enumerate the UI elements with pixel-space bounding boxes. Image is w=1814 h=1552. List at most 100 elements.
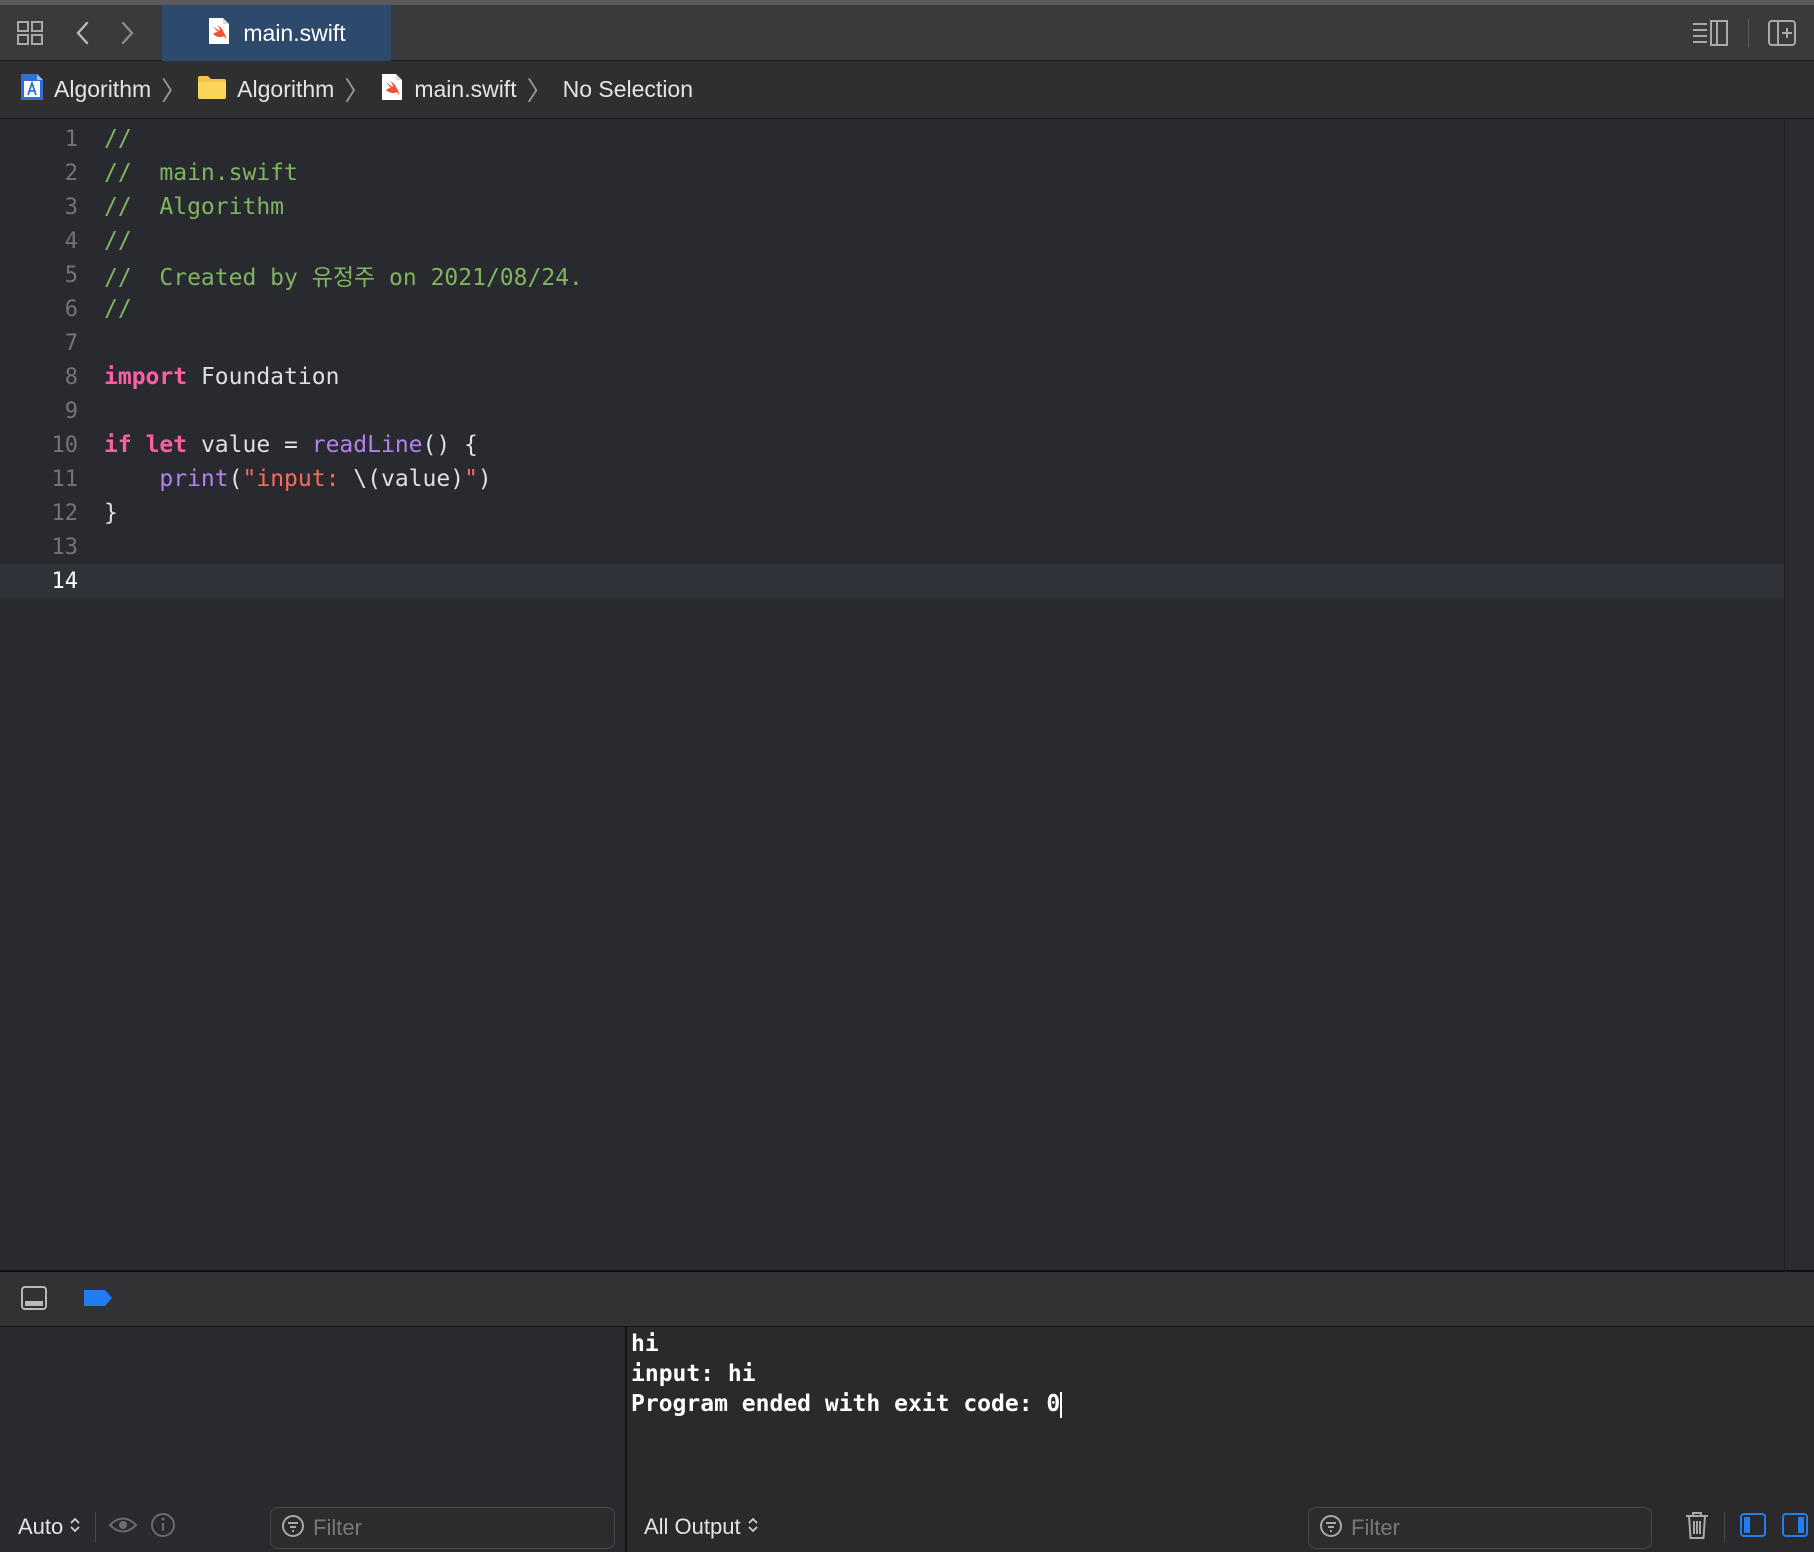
breadcrumb-separator: 〉	[526, 76, 553, 106]
source-editor[interactable]: 1 // 2 // main.swift 3 // Algorithm 4 //…	[0, 120, 1784, 1270]
console-line-last: Program ended with exit code: 0	[631, 1389, 1063, 1419]
line-number: 7	[64, 330, 78, 356]
code-line[interactable]: 2 // main.swift	[0, 156, 1784, 190]
line-number: 13	[51, 534, 79, 560]
breadcrumb-separator: 〉	[161, 76, 188, 106]
keyword: if	[104, 432, 132, 458]
folder-icon	[197, 74, 227, 106]
punctuation: (	[228, 466, 243, 492]
breadcrumb-group[interactable]: Algorithm	[197, 74, 334, 106]
chevron-right-icon[interactable]	[114, 5, 140, 61]
code-text: // Algorithm	[104, 194, 285, 220]
code-line[interactable]: 5 // Created by 유정주 on 2021/08/24.	[0, 258, 1784, 292]
console-filter	[1308, 1507, 1652, 1549]
output-popup[interactable]: All Output	[644, 1514, 759, 1540]
identifier: Foundation	[187, 364, 340, 390]
code-text: }	[104, 500, 118, 526]
line-number: 1	[64, 126, 78, 152]
line-number: 6	[64, 296, 78, 322]
chevron-updown-icon	[69, 1514, 81, 1540]
breadcrumb-group-label: Algorithm	[237, 76, 335, 102]
code-line[interactable]: 9	[0, 394, 1784, 428]
code-line[interactable]: 7	[0, 326, 1784, 360]
code-line[interactable]: 11 print("input: \(value)")	[0, 462, 1784, 496]
filter-icon	[281, 1514, 305, 1543]
line-number: 10	[51, 432, 79, 458]
code-line[interactable]: 3 // Algorithm	[0, 190, 1784, 224]
eye-icon[interactable]	[108, 1514, 138, 1541]
swift-file-icon	[380, 73, 404, 107]
keyword: import	[104, 364, 188, 390]
show-console-view-icon[interactable]	[1781, 1512, 1809, 1543]
line-number: 2	[64, 160, 78, 186]
debug-bar	[0, 1270, 1814, 1327]
console-output[interactable]: hi input: hi Program ended with exit code:…	[631, 1329, 1063, 1419]
toolbar-divider	[1724, 1512, 1725, 1542]
info-icon[interactable]	[150, 1512, 176, 1543]
punctuation: () {	[422, 432, 478, 458]
code-text: // Created by 유정주 on 2021/08/24.	[104, 265, 583, 291]
tab-main-swift[interactable]: main.swift	[162, 5, 391, 61]
code-text: //	[104, 126, 132, 152]
scope-popup[interactable]: Auto	[18, 1514, 81, 1540]
code-line[interactable]: 4 //	[0, 224, 1784, 258]
code-text: //	[104, 228, 132, 254]
code-text: import Foundation	[104, 364, 339, 390]
function-name: print	[159, 466, 229, 492]
chevron-left-icon[interactable]	[70, 5, 96, 61]
filter-icon	[1319, 1514, 1343, 1543]
breadcrumb-file-label: main.swift	[414, 76, 517, 102]
console-filter-input[interactable]	[1351, 1515, 1571, 1541]
variables-filter-input[interactable]	[313, 1515, 533, 1541]
code-text: //	[104, 296, 132, 322]
breakpoint-icon[interactable]	[82, 1288, 114, 1313]
code-line[interactable]: 13	[0, 530, 1784, 564]
current-line[interactable]: 14	[0, 564, 1784, 598]
hide-debug-area-icon[interactable]	[20, 1284, 48, 1317]
code-line[interactable]: 12 }	[0, 496, 1784, 530]
breadcrumb-file[interactable]: main.swift	[380, 73, 517, 107]
add-editor-icon[interactable]	[1764, 5, 1800, 61]
scope-popup-label: Auto	[18, 1514, 64, 1539]
inspector-icon[interactable]	[1690, 5, 1730, 61]
swift-file-icon	[207, 17, 231, 50]
output-popup-label: All Output	[644, 1514, 741, 1539]
function-name: readLine	[311, 432, 423, 458]
punctuation: )	[477, 466, 492, 492]
code-line[interactable]: 6 //	[0, 292, 1784, 326]
interpolation: \(value)	[353, 466, 465, 492]
xcode-project-icon	[20, 72, 44, 108]
editor-scrollbar[interactable]	[1784, 120, 1814, 1270]
code-line[interactable]: 1 //	[0, 122, 1784, 156]
console-line: hi	[631, 1331, 659, 1357]
code-line[interactable]: 10 if let value = readLine() {	[0, 428, 1784, 462]
breadcrumb-selection-label: No Selection	[562, 76, 694, 102]
console-line: input: hi	[631, 1361, 756, 1387]
show-variables-view-icon[interactable]	[1739, 1512, 1767, 1543]
line-number: 14	[51, 568, 79, 594]
breadcrumb: Algorithm 〉 Algorithm 〉 main.swift 〉 No …	[0, 61, 1814, 119]
line-number: 8	[64, 364, 78, 390]
breadcrumb-separator: 〉	[344, 76, 371, 106]
grid-icon[interactable]	[14, 5, 46, 61]
keyword: let	[145, 432, 188, 458]
breadcrumb-project[interactable]: Algorithm	[20, 72, 151, 108]
identifier: value =	[187, 432, 312, 458]
toolbar-divider	[1748, 19, 1749, 47]
code-text: // main.swift	[104, 160, 298, 186]
code-line[interactable]: 8 import Foundation	[0, 360, 1784, 394]
line-number: 4	[64, 228, 78, 254]
console-line: Program ended with exit code: 0	[631, 1391, 1061, 1417]
toolbar-divider	[95, 1512, 97, 1542]
tab-bar: main.swift	[0, 0, 1814, 61]
breadcrumb-selection[interactable]: No Selection	[563, 76, 693, 103]
line-number: 9	[64, 398, 78, 424]
line-number: 12	[51, 500, 79, 526]
string-literal: "input:	[242, 466, 354, 492]
line-number: 11	[51, 466, 79, 492]
code-text: if let value = readLine() {	[104, 432, 478, 458]
console-actions	[1684, 1505, 1809, 1549]
trash-icon[interactable]	[1684, 1510, 1710, 1545]
line-number: 5	[64, 262, 78, 288]
breadcrumb-project-label: Algorithm	[54, 76, 152, 102]
